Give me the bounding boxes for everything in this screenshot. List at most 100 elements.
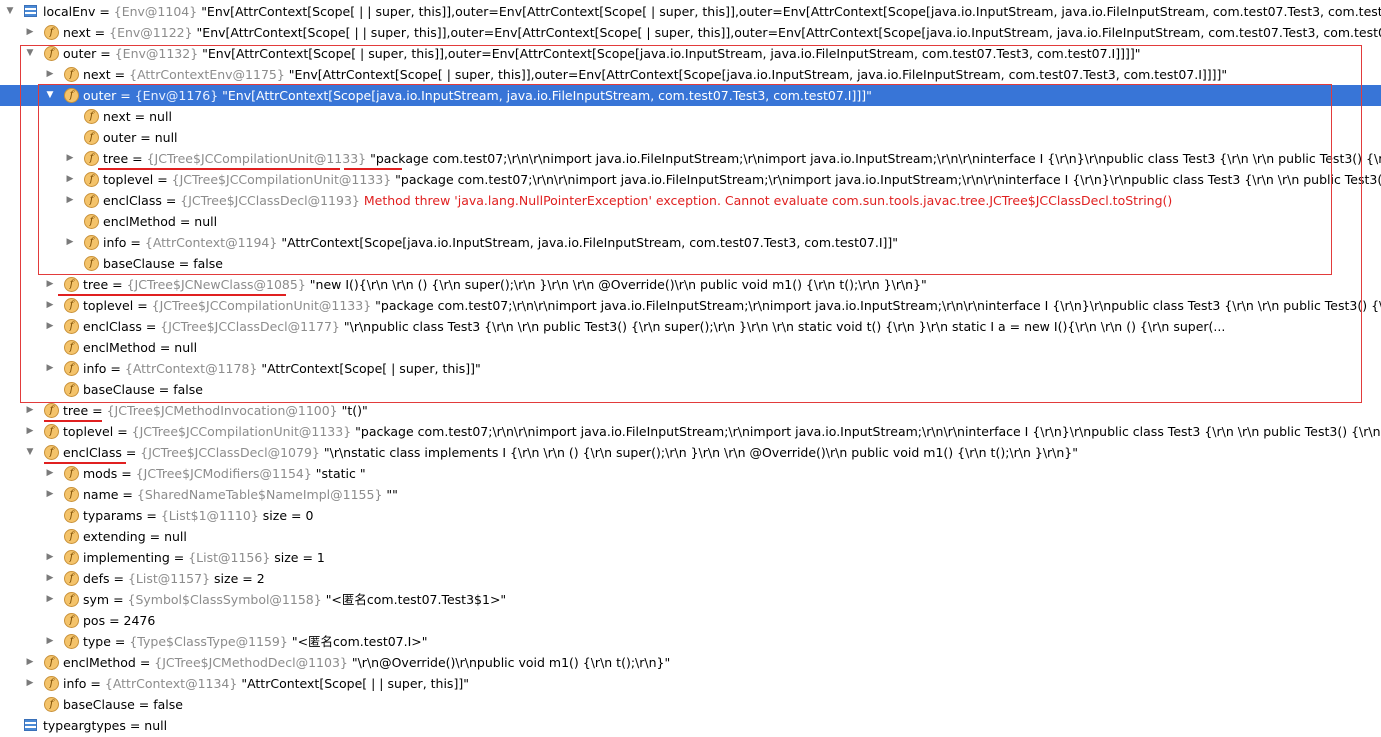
tree-row-info-11[interactable]: ▶ f info = {AttrContext@1194} "AttrContext… <box>0 232 1381 253</box>
row-text: implementing = {List@1156} size = 1 <box>83 547 325 568</box>
row-text: baseClause = false <box>103 253 223 274</box>
expand-arrow-icon[interactable]: ▶ <box>64 148 76 169</box>
variable-value: size = 1 <box>274 550 325 565</box>
tree-row-outer-4[interactable]: ▼ f outer = {Env@1176} "Env[AttrContext[Sc… <box>0 85 1381 106</box>
tree-row-info-32[interactable]: ▶ f info = {AttrContext@1134} "AttrContext… <box>0 673 1381 694</box>
variable-value: "package com.test07;\r\n\r\nimport java.… <box>355 424 1381 439</box>
expand-arrow-icon[interactable]: ▶ <box>64 190 76 211</box>
variable-type: {JCTree$JCCompilationUnit@1133} <box>171 172 392 187</box>
variable-value: "AttrContext[Scope[ | | super, this]]" <box>241 676 469 691</box>
equals-sign: = <box>110 67 130 82</box>
tree-row-localenv-0[interactable]: ▼ localEnv = {Env@1104} "Env[AttrContext[… <box>0 1 1381 22</box>
row-text: tree = {JCTree$JCCompilationUnit@1133} "… <box>103 148 1381 169</box>
tree-row-enclclass-9[interactable]: ▶ f enclClass = {JCTree$JCClassDecl@1193} … <box>0 190 1381 211</box>
tree-row-enclmethod-10[interactable]: f enclMethod = null <box>0 211 1381 232</box>
field-icon: f <box>64 319 79 334</box>
variable-type: {JCTree$JCNewClass@1085} <box>126 277 306 292</box>
expand-arrow-icon[interactable]: ▶ <box>24 22 36 43</box>
tree-row-name-23[interactable]: ▶ f name = {SharedNameTable$NameImpl@1155}… <box>0 484 1381 505</box>
tree-row-outer-6[interactable]: f outer = null <box>0 127 1381 148</box>
tree-row-typeargtypes-34[interactable]: typeargtypes = null <box>0 715 1381 736</box>
variable-value: "new I(){\r\n \r\n () {\r\n super();\r\n… <box>309 277 927 292</box>
expand-arrow-icon[interactable]: ▶ <box>44 64 56 85</box>
expand-arrow-icon[interactable]: ▶ <box>64 232 76 253</box>
row-text: type = {Type$ClassType@1159} "<匿名com.tes… <box>83 631 428 652</box>
expand-arrow-icon[interactable]: ▶ <box>24 421 36 442</box>
tree-row-enclclass-21[interactable]: ▼ f enclClass = {JCTree$JCClassDecl@1079} … <box>0 442 1381 463</box>
expand-arrow-icon[interactable]: ▶ <box>24 673 36 694</box>
expand-arrow-icon[interactable]: ▶ <box>44 631 56 652</box>
collapse-arrow-icon[interactable]: ▼ <box>24 442 36 463</box>
expand-arrow-icon[interactable]: ▶ <box>44 316 56 337</box>
tree-row-pos-29[interactable]: f pos = 2476 <box>0 610 1381 631</box>
tree-row-tree-19[interactable]: ▶ f tree = {JCTree$JCMethodInvocation@1100… <box>0 400 1381 421</box>
equals-sign: = <box>90 25 110 40</box>
equals-sign: = <box>88 403 107 418</box>
row-text: next = {Env@1122} "Env[AttrContext[Scope… <box>63 22 1381 43</box>
field-icon: f <box>64 613 79 628</box>
expand-arrow-icon[interactable]: ▶ <box>44 484 56 505</box>
expand-arrow-icon[interactable]: ▶ <box>44 568 56 589</box>
expand-arrow-icon[interactable]: ▶ <box>44 358 56 379</box>
tree-row-toplevel-8[interactable]: ▶ f toplevel = {JCTree$JCCompilationUnit@1… <box>0 169 1381 190</box>
equals-sign: = <box>110 634 130 649</box>
row-text: next = {AttrContextEnv@1175} "Env[AttrCo… <box>83 64 1227 85</box>
expand-arrow-icon[interactable]: ▶ <box>24 652 36 673</box>
row-text: localEnv = {Env@1104} "Env[AttrContext[S… <box>43 1 1381 22</box>
tree-row-next-5[interactable]: f next = null <box>0 106 1381 127</box>
row-text: outer = {Env@1176} "Env[AttrContext[Scop… <box>83 85 872 106</box>
expand-arrow-icon[interactable]: ▶ <box>24 400 36 421</box>
tree-row-typarams-24[interactable]: f typarams = {List$1@1110} size = 0 <box>0 505 1381 526</box>
row-text: name = {SharedNameTable$NameImpl@1155} "… <box>83 484 398 505</box>
tree-row-sym-28[interactable]: ▶ f sym = {Symbol$ClassSymbol@1158} "<匿名co… <box>0 589 1381 610</box>
variable-type: {JCTree$JCClassDecl@1177} <box>160 319 340 334</box>
variable-type: {JCTree$JCMethodInvocation@1100} <box>106 403 338 418</box>
collapse-arrow-icon[interactable]: ▼ <box>44 85 56 106</box>
tree-row-baseclause-33[interactable]: f baseClause = false <box>0 694 1381 715</box>
tree-row-baseclause-12[interactable]: f baseClause = false <box>0 253 1381 274</box>
tree-row-enclmethod-16[interactable]: f enclMethod = null <box>0 337 1381 358</box>
equals-sign: = <box>126 235 145 250</box>
tree-row-outer-2[interactable]: ▼ f outer = {Env@1132} "Env[AttrContext[Sc… <box>0 43 1381 64</box>
tree-row-enclclass-15[interactable]: ▶ f enclClass = {JCTree$JCClassDecl@1177} … <box>0 316 1381 337</box>
expand-arrow-icon[interactable]: ▶ <box>44 589 56 610</box>
variable-list-icon <box>24 5 37 17</box>
field-icon: f <box>84 172 99 187</box>
variable-name: tree <box>63 403 89 418</box>
equals-sign: = <box>116 88 135 103</box>
row-text: extending = null <box>83 526 187 547</box>
equals-sign: = <box>145 529 165 544</box>
tree-row-next-1[interactable]: ▶ f next = {Env@1122} "Env[AttrContext[Sco… <box>0 22 1381 43</box>
tree-row-tree-13[interactable]: ▶ f tree = {JCTree$JCNewClass@1085} "new I… <box>0 274 1381 295</box>
variable-value: "" <box>386 487 398 502</box>
variable-name: outer <box>83 88 117 103</box>
tree-row-mods-22[interactable]: ▶ f mods = {JCTree$JCModifiers@1154} "stat… <box>0 463 1381 484</box>
field-icon: f <box>64 487 79 502</box>
collapse-arrow-icon[interactable]: ▼ <box>4 1 16 22</box>
tree-row-toplevel-14[interactable]: ▶ f toplevel = {JCTree$JCCompilationUnit@1… <box>0 295 1381 316</box>
tree-row-enclmethod-31[interactable]: ▶ f enclMethod = {JCTree$JCMethodDecl@1103… <box>0 652 1381 673</box>
row-text: typeargtypes = null <box>43 715 167 736</box>
tree-row-type-30[interactable]: ▶ f type = {Type$ClassType@1159} "<匿名com.t… <box>0 631 1381 652</box>
expand-arrow-icon[interactable]: ▶ <box>44 274 56 295</box>
tree-row-tree-7[interactable]: ▶ f tree = {JCTree$JCCompilationUnit@1133}… <box>0 148 1381 169</box>
variable-name: defs <box>83 571 110 586</box>
expand-arrow-icon[interactable]: ▶ <box>64 169 76 190</box>
expand-arrow-icon[interactable]: ▶ <box>44 547 56 568</box>
tree-row-next-3[interactable]: ▶ f next = {AttrContextEnv@1175} "Env[Attr… <box>0 64 1381 85</box>
tree-row-info-17[interactable]: ▶ f info = {AttrContext@1178} "AttrContext… <box>0 358 1381 379</box>
variable-type: {SharedNameTable$NameImpl@1155} <box>136 487 383 502</box>
variable-value: null <box>194 214 218 229</box>
expand-arrow-icon[interactable]: ▶ <box>44 463 56 484</box>
row-text: toplevel = {JCTree$JCCompilationUnit@113… <box>63 421 1381 442</box>
expand-arrow-icon[interactable]: ▶ <box>44 295 56 316</box>
equals-sign: = <box>86 676 105 691</box>
collapse-arrow-icon[interactable]: ▼ <box>24 43 36 64</box>
variable-type: {List@1156} <box>188 550 271 565</box>
tree-row-baseclause-18[interactable]: f baseClause = false <box>0 379 1381 400</box>
tree-row-defs-27[interactable]: ▶ f defs = {List@1157} size = 2 <box>0 568 1381 589</box>
tree-row-extending-25[interactable]: f extending = null <box>0 526 1381 547</box>
variable-value: "AttrContext[Scope[java.io.InputStream, … <box>281 235 899 250</box>
tree-row-implementing-26[interactable]: ▶ f implementing = {List@1156} size = 1 <box>0 547 1381 568</box>
tree-row-toplevel-20[interactable]: ▶ f toplevel = {JCTree$JCCompilationUnit@1… <box>0 421 1381 442</box>
